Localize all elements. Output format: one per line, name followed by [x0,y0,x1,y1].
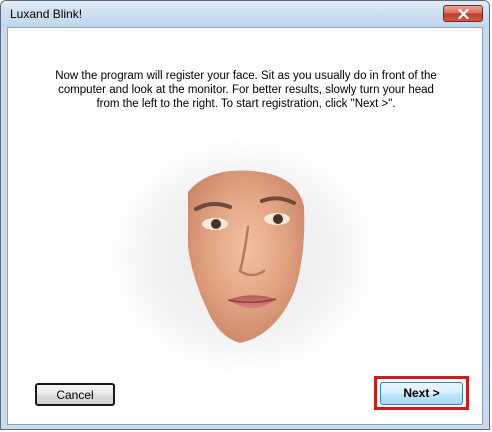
dialog-content: Now the program will register your face.… [7,27,483,425]
instructions-text: Now the program will register your face.… [55,70,437,110]
cancel-button[interactable]: Cancel [35,383,115,406]
title-bar[interactable]: Luxand Blink! [1,1,489,27]
next-button[interactable]: Next > [380,382,463,405]
face-photo [188,170,305,343]
close-icon [458,9,469,19]
face-image-area [103,134,383,379]
close-button[interactable] [443,5,483,22]
dialog-window: Luxand Blink! Now the program will regis… [0,0,490,430]
window-title: Luxand Blink! [10,7,83,21]
